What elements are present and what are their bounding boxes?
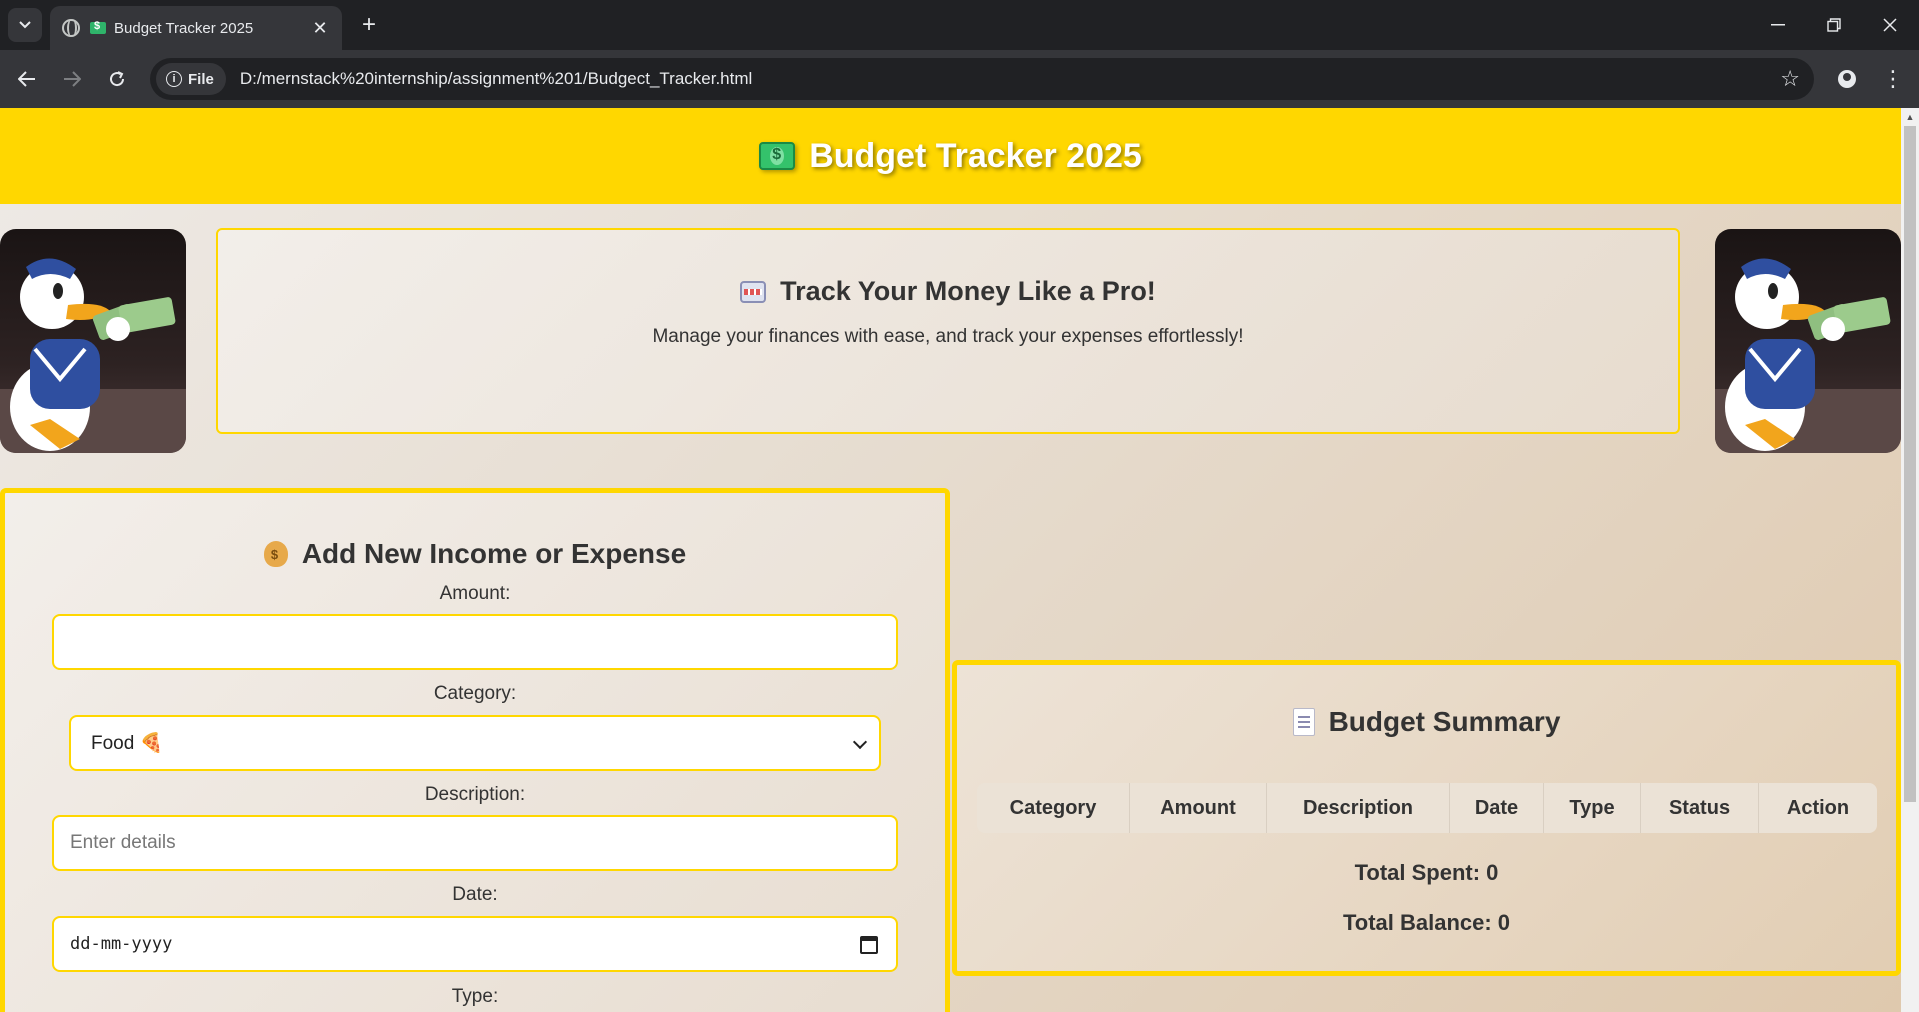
site-info-chip[interactable]: i File <box>156 63 226 95</box>
globe-icon <box>62 19 80 37</box>
forward-button[interactable] <box>55 62 89 96</box>
reload-icon <box>110 71 125 87</box>
total-balance: Total Balance: 0 <box>1342 910 1511 935</box>
close-icon <box>1883 18 1897 32</box>
site-info-label: File <box>188 70 214 88</box>
page-viewport: Budget Tracker 2025 <box>0 108 1901 1012</box>
summary-heading-text: Budget Summary <box>1328 706 1561 737</box>
column-header-status[interactable]: Status <box>1641 783 1759 833</box>
browser-tab-active[interactable]: Budget Tracker 2025 ✕ <box>50 6 342 50</box>
profile-icon <box>1838 70 1856 88</box>
date-label: Date: <box>452 884 498 905</box>
summary-heading: Budget Summary <box>957 706 1896 738</box>
minimize-button[interactable] <box>1750 0 1806 50</box>
add-transaction-form: Add New Income or Expense Amount: Catego… <box>0 488 950 1012</box>
category-select[interactable]: Food 🍕 <box>69 715 881 771</box>
info-icon: i <box>166 71 182 87</box>
browser-menu-button[interactable]: ⋮ <box>1876 62 1910 96</box>
column-header-category[interactable]: Category <box>977 783 1130 833</box>
date-input[interactable]: dd-mm-yyyy <box>52 916 898 972</box>
address-bar[interactable]: i File D:/mernstack%20internship/assignm… <box>150 58 1814 100</box>
page-title: Budget Tracker 2025 <box>759 137 1142 176</box>
close-window-button[interactable] <box>1862 0 1918 50</box>
browser-toolbar: i File D:/mernstack%20internship/assignm… <box>0 50 1919 108</box>
date-placeholder: dd-mm-yyyy <box>70 934 173 954</box>
description-input[interactable]: Enter details <box>52 815 898 871</box>
money-bag-icon <box>263 541 288 567</box>
donald-duck-image-left <box>0 229 186 453</box>
url-text[interactable]: D:/mernstack%20internship/assignment%201… <box>240 69 752 89</box>
form-heading: Add New Income or Expense <box>5 538 945 570</box>
page-scrollbar[interactable]: ▲ <box>1901 108 1919 1012</box>
browser-tabstrip: Budget Tracker 2025 ✕ + <box>0 0 1919 50</box>
calendar-icon[interactable] <box>860 936 878 954</box>
amount-label: Amount: <box>439 583 511 604</box>
description-label: Description: <box>424 784 526 805</box>
chevron-down-icon <box>19 21 31 29</box>
amount-input[interactable] <box>52 614 898 670</box>
type-label: Type: <box>451 986 499 1007</box>
duck-illustration <box>1715 258 1901 453</box>
page-header: Budget Tracker 2025 <box>0 108 1901 204</box>
page-title-text: Budget Tracker 2025 <box>809 136 1142 175</box>
column-header-type[interactable]: Type <box>1544 783 1641 833</box>
total-spent: Total Spent: 0 <box>1354 860 1499 885</box>
document-icon <box>1292 708 1315 736</box>
restore-button[interactable] <box>1806 0 1862 50</box>
chevron-down-icon <box>852 734 868 750</box>
form-heading-text: Add New Income or Expense <box>301 538 687 569</box>
new-tab-button[interactable]: + <box>352 8 386 42</box>
intro-banner: Track Your Money Like a Pro! Manage your… <box>216 228 1680 434</box>
banner-heading-text: Track Your Money Like a Pro! <box>780 276 1156 306</box>
slot-machine-icon <box>740 280 767 303</box>
forward-arrow-icon <box>64 71 81 87</box>
column-header-amount[interactable]: Amount <box>1130 783 1267 833</box>
profile-button[interactable] <box>1830 62 1864 96</box>
column-header-description[interactable]: Description <box>1267 783 1450 833</box>
scrollbar-thumb[interactable] <box>1904 126 1916 802</box>
banner-heading: Track Your Money Like a Pro! <box>218 276 1678 307</box>
column-header-date[interactable]: Date <box>1450 783 1544 833</box>
scroll-up-arrow-icon[interactable]: ▲ <box>1901 108 1919 126</box>
duck-illustration <box>0 258 186 453</box>
category-selected-value: Food 🍕 <box>91 733 164 754</box>
category-label: Category: <box>433 683 517 704</box>
budget-summary-card: Budget Summary Category Amount Descripti… <box>952 660 1901 976</box>
donald-duck-image-right <box>1715 229 1901 453</box>
tab-search-button[interactable] <box>8 8 42 42</box>
back-button[interactable] <box>10 62 44 96</box>
back-arrow-icon <box>18 71 35 87</box>
summary-table-header: Category Amount Description Date Type St… <box>977 783 1877 833</box>
tab-title: Budget Tracker 2025 <box>114 19 254 37</box>
tab-close-icon[interactable]: ✕ <box>310 18 330 39</box>
money-favicon-icon <box>90 20 106 34</box>
money-icon <box>759 142 796 170</box>
minimize-icon <box>1771 24 1785 26</box>
bookmark-star-icon[interactable]: ☆ <box>1780 66 1800 92</box>
column-header-action[interactable]: Action <box>1759 783 1877 833</box>
restore-icon <box>1827 18 1841 32</box>
reload-button[interactable] <box>100 62 134 96</box>
banner-subtext: Manage your finances with ease, and trac… <box>652 326 1244 347</box>
